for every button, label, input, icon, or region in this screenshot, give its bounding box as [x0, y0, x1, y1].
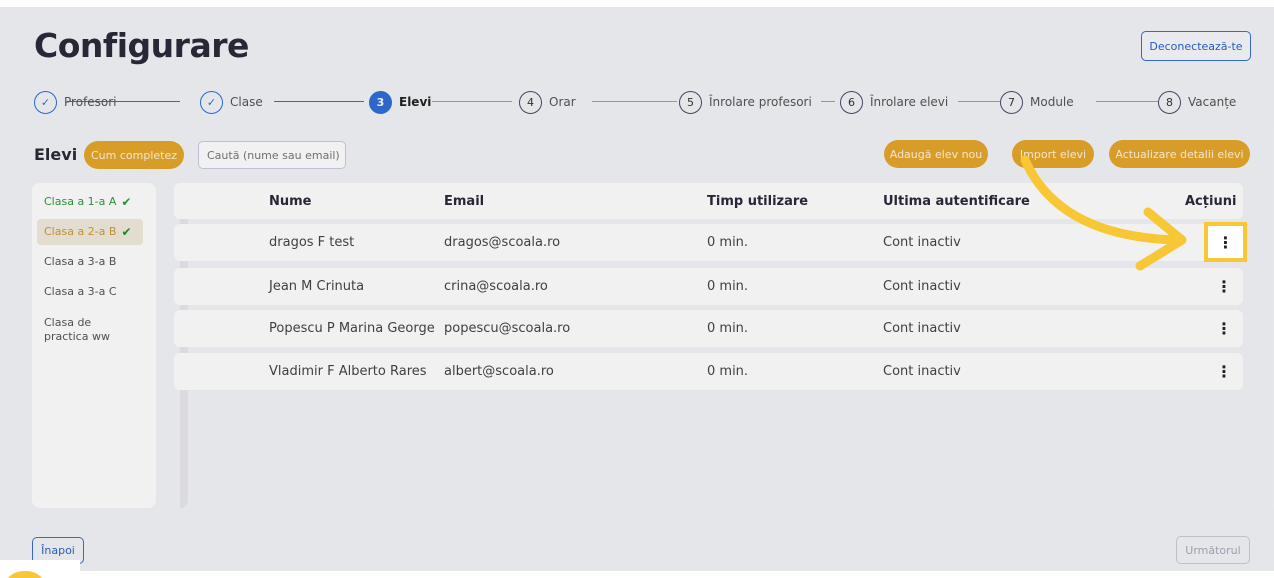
- cell-email: dragos@scoala.ro: [444, 235, 561, 250]
- check-icon: ✔: [121, 195, 132, 209]
- cell-time: 0 min.: [707, 321, 749, 336]
- step-label: Elevi: [399, 95, 432, 109]
- cell-name: Popescu P Marina George: [269, 321, 435, 336]
- cell-email: crina@scoala.ro: [444, 279, 548, 294]
- step-connector: [432, 101, 512, 102]
- step-connector: [1096, 101, 1158, 102]
- search-input[interactable]: [198, 141, 346, 169]
- step-number: 4: [519, 90, 542, 114]
- column-header-actions: Acțiuni: [1185, 193, 1237, 209]
- logout-button[interactable]: Deconectează-te: [1141, 31, 1251, 61]
- cell-time: 0 min.: [707, 364, 749, 379]
- step-connector: [274, 101, 364, 102]
- step-elevi[interactable]: 3 Elevi: [369, 89, 431, 115]
- step-label: Înrolare profesori: [709, 95, 812, 109]
- sidebar-item-clasa-2b[interactable]: Clasa a 2-a B ✔: [37, 219, 143, 245]
- cell-last-login: Cont inactiv: [883, 321, 961, 336]
- add-student-button[interactable]: Adaugă elev nou: [884, 140, 988, 168]
- page-title: Configurare: [34, 26, 249, 65]
- check-icon: ✓: [34, 90, 57, 114]
- kebab-menu-icon[interactable]: ⋮: [1215, 362, 1233, 382]
- step-inrolare-elevi[interactable]: 6 Înrolare elevi: [840, 89, 948, 115]
- step-clase[interactable]: ✓ Clase: [200, 89, 263, 115]
- table-row: Jean M Crinuta crina@scoala.ro 0 min. Co…: [174, 268, 1243, 305]
- step-label: Orar: [549, 95, 576, 109]
- sidebar-item-clasa-1a[interactable]: Clasa a 1-a A ✔: [37, 189, 143, 215]
- frame-top-edge: [0, 0, 1274, 7]
- column-header-email: Email: [444, 193, 485, 209]
- step-label: Module: [1030, 95, 1074, 109]
- frame-bottom-edge: [0, 571, 1274, 578]
- table-row: Vladimir F Alberto Rares albert@scoala.r…: [174, 353, 1243, 390]
- page: Configurare Deconectează-te ✓ Profesori …: [0, 0, 1274, 578]
- cell-name: dragos F test: [269, 235, 355, 250]
- sidebar-item-clasa-practica[interactable]: Clasa de practica ww: [37, 310, 137, 350]
- howto-button[interactable]: Cum completez: [84, 141, 184, 169]
- check-icon: ✔: [121, 225, 132, 239]
- sidebar-item-label: Clasa a 2-a B: [44, 225, 117, 238]
- step-label: Vacanțe: [1188, 95, 1237, 109]
- step-number: 6: [840, 90, 863, 114]
- update-students-button[interactable]: Actualizare detalii elevi: [1109, 140, 1250, 168]
- step-connector: [958, 101, 1000, 102]
- column-header-last-login: Ultima autentificare: [883, 193, 1030, 209]
- sidebar-item-label: Clasa a 3-a B: [44, 255, 117, 268]
- cell-time: 0 min.: [707, 235, 749, 250]
- step-label: Profesori: [64, 95, 117, 109]
- cell-email: albert@scoala.ro: [444, 364, 554, 379]
- cell-last-login: Cont inactiv: [883, 235, 961, 250]
- column-header-time: Timp utilizare: [707, 193, 809, 209]
- kebab-menu-icon[interactable]: ⋮: [1215, 319, 1233, 339]
- cell-last-login: Cont inactiv: [883, 364, 961, 379]
- step-label: Înrolare elevi: [870, 95, 949, 109]
- sidebar-item-clasa-3b[interactable]: Clasa a 3-a B: [37, 249, 143, 275]
- step-number: 5: [679, 90, 702, 114]
- cell-email: popescu@scoala.ro: [444, 321, 571, 336]
- column-header-name: Nume: [269, 193, 312, 209]
- table-header: Nume Email Timp utilizare Ultima autenti…: [174, 183, 1243, 219]
- check-icon: ✓: [200, 90, 223, 114]
- sidebar-item-label: Clasa a 1-a A: [44, 195, 117, 208]
- step-connector: [821, 101, 835, 102]
- section-title: Elevi: [34, 145, 78, 164]
- step-profesori[interactable]: ✓ Profesori: [34, 89, 117, 115]
- table-row: Popescu P Marina George popescu@scoala.r…: [174, 310, 1243, 347]
- kebab-menu-icon[interactable]: ⋮: [1215, 277, 1233, 297]
- highlighted-kebab-menu-icon[interactable]: ⋮: [1204, 222, 1247, 262]
- cell-last-login: Cont inactiv: [883, 279, 961, 294]
- class-sidebar: Clasa a 1-a A ✔ Clasa a 2-a B ✔ Clasa a …: [32, 183, 188, 508]
- step-label: Clase: [230, 95, 263, 109]
- stepper: ✓ Profesori ✓ Clase 3 Elevi 4 Orar 5 Înr…: [34, 89, 1250, 115]
- sidebar-item-label: Clasa a 3-a C: [44, 285, 117, 298]
- step-vacante[interactable]: 8 Vacanțe: [1158, 89, 1236, 115]
- step-module[interactable]: 7 Module: [1000, 89, 1074, 115]
- cell-name: Vladimir F Alberto Rares: [269, 364, 427, 379]
- step-orar[interactable]: 4 Orar: [519, 89, 576, 115]
- cell-time: 0 min.: [707, 279, 749, 294]
- import-students-button[interactable]: Import elevi: [1012, 140, 1094, 168]
- cell-name: Jean M Crinuta: [269, 279, 365, 294]
- table-row: dragos F test dragos@scoala.ro 0 min. Co…: [174, 224, 1243, 261]
- sidebar-item-clasa-3c[interactable]: Clasa a 3-a C: [37, 279, 143, 305]
- step-number: 7: [1000, 90, 1023, 114]
- step-number: 3: [369, 90, 392, 114]
- step-number: 8: [1158, 90, 1181, 114]
- step-inrolare-profesori[interactable]: 5 Înrolare profesori: [679, 89, 812, 115]
- sidebar-item-label: Clasa de practica ww: [44, 316, 110, 343]
- step-connector: [592, 101, 677, 102]
- next-button[interactable]: Următorul: [1176, 536, 1250, 564]
